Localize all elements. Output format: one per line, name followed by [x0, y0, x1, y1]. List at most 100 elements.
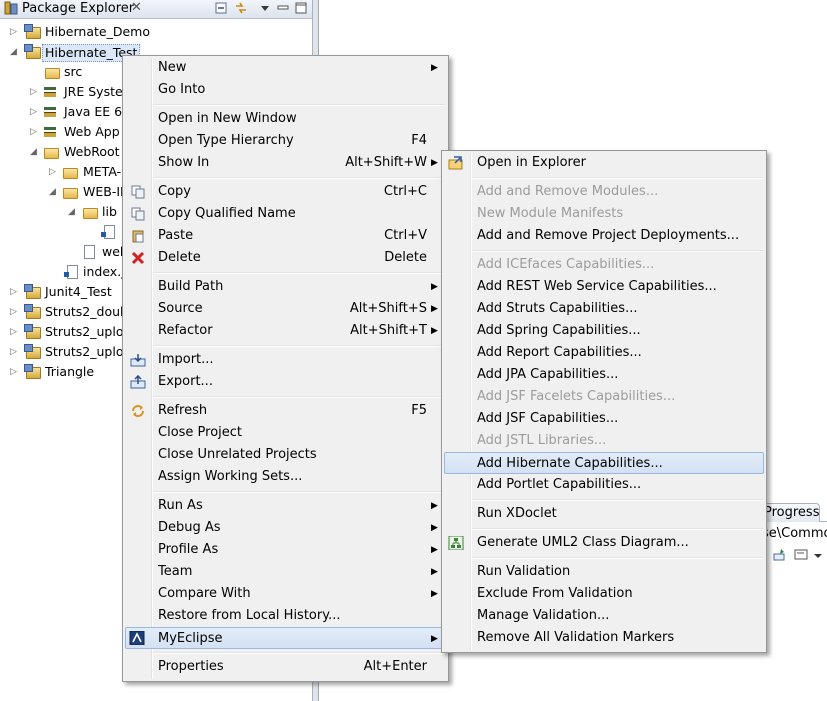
menu-item-add-and-remove-project-deployments[interactable]: Add and Remove Project Deployments...: [444, 225, 764, 247]
menu-item-add-portlet-capabilities[interactable]: Add Portlet Capabilities...: [444, 474, 764, 496]
package-explorer-tab[interactable]: Package Explorer ✕: [0, 0, 313, 19]
menu-item-profile-as[interactable]: Profile As ▶: [125, 539, 446, 561]
menu-item-label: Add REST Web Service Capabilities...: [477, 279, 717, 294]
menu-item-team[interactable]: Team ▶: [125, 561, 446, 583]
menu-item-label: MyEclipse: [158, 631, 223, 646]
dropdown-icon[interactable]: [812, 548, 824, 562]
menu-item-shortcut: Alt+Shift+T: [350, 323, 427, 338]
menu-item-add-report-capabilities[interactable]: Add Report Capabilities...: [444, 342, 764, 364]
menu-item-close-unrelated-projects[interactable]: Close Unrelated Projects: [125, 444, 446, 466]
minimize-icon[interactable]: [276, 1, 290, 15]
menu-item-export[interactable]: Export...: [125, 371, 446, 393]
menu-item-add-jsf-capabilities[interactable]: Add JSF Capabilities...: [444, 408, 764, 430]
menu-item-new-module-manifests[interactable]: New Module Manifests: [444, 203, 764, 225]
menu-item-generate-uml2-class-diagram[interactable]: Generate UML2 Class Diagram...: [444, 532, 764, 554]
menu-item-close-project[interactable]: Close Project: [125, 422, 446, 444]
pin-icon[interactable]: [772, 548, 786, 562]
menu-item-label: Assign Working Sets...: [158, 469, 303, 484]
menu-item-label: Profile As: [158, 542, 219, 557]
submenu-arrow-icon: ▶: [431, 545, 438, 555]
tree-item-project[interactable]: ▷ Hibernate_Demo: [0, 22, 312, 42]
menu-item-add-jsf-facelets-capabilities[interactable]: Add JSF Facelets Capabilities...: [444, 386, 764, 408]
menu-item-label: Open in Explorer: [477, 155, 586, 170]
submenu-arrow-icon: ▶: [431, 567, 438, 577]
view-menu-icon[interactable]: [258, 1, 272, 15]
expand-icon[interactable]: ▷: [10, 362, 20, 382]
menu-item-add-jstl-libraries[interactable]: Add JSTL Libraries...: [444, 430, 764, 452]
menu-item-exclude-from-validation[interactable]: Exclude From Validation: [444, 583, 764, 605]
menu-item-show-in[interactable]: Show In Alt+Shift+W ▶: [125, 152, 446, 174]
expand-icon[interactable]: ▷: [10, 282, 20, 302]
project-icon: [24, 304, 41, 319]
collapse-all-icon[interactable]: [214, 1, 228, 15]
menu-item-open-in-explorer[interactable]: Open in Explorer: [444, 152, 764, 174]
console-icon[interactable]: [794, 548, 808, 562]
expand-icon[interactable]: ▷: [30, 102, 40, 122]
expand-icon[interactable]: ▷: [49, 162, 59, 182]
menu-item-refactor[interactable]: Refactor Alt+Shift+T ▶: [125, 320, 446, 342]
collapse-icon[interactable]: ◢: [10, 42, 20, 62]
menu-separator: [153, 491, 445, 493]
expand-icon[interactable]: ▷: [10, 342, 20, 362]
tree-item-label: Struts2_doub: [45, 304, 128, 319]
menu-item-label: Remove All Validation Markers: [477, 630, 675, 645]
menu-item-add-hibernate-capabilities[interactable]: Add Hibernate Capabilities...: [444, 452, 764, 474]
menu-item-myeclipse[interactable]: MyEclipse ▶: [125, 627, 446, 649]
menu-item-open-in-new-window[interactable]: Open in New Window: [125, 108, 446, 130]
menu-item-add-jpa-capabilities[interactable]: Add JPA Capabilities...: [444, 364, 764, 386]
menu-item-go-into[interactable]: Go Into: [125, 79, 446, 101]
expand-icon[interactable]: ▷: [10, 302, 20, 322]
menu-item-paste[interactable]: Paste Ctrl+V: [125, 225, 446, 247]
collapse-icon[interactable]: ◢: [68, 202, 78, 222]
collapse-icon[interactable]: ◢: [49, 182, 59, 202]
menu-item-add-spring-capabilities[interactable]: Add Spring Capabilities...: [444, 320, 764, 342]
menu-item-delete[interactable]: Delete Delete: [125, 247, 446, 269]
expand-icon[interactable]: ▷: [30, 122, 40, 142]
menu-item-shortcut: Alt+Shift+S: [349, 301, 427, 316]
menu-item-new[interactable]: New ▶: [125, 57, 446, 79]
menu-separator: [153, 345, 445, 347]
collapse-icon[interactable]: ◢: [30, 142, 40, 162]
tree-item-label: WebRoot: [64, 144, 120, 159]
menu-item-copy[interactable]: Copy Ctrl+C: [125, 181, 446, 203]
project-icon: [24, 344, 41, 359]
expand-icon[interactable]: ▷: [30, 82, 40, 102]
menu-item-add-and-remove-modules[interactable]: Add and Remove Modules...: [444, 181, 764, 203]
menu-item-assign-working-sets[interactable]: Assign Working Sets...: [125, 466, 446, 488]
menu-item-refresh[interactable]: Refresh F5: [125, 400, 446, 422]
expand-icon[interactable]: ▷: [10, 22, 20, 42]
paste-icon: [132, 230, 144, 243]
menu-item-run-validation[interactable]: Run Validation: [444, 561, 764, 583]
menu-item-properties[interactable]: Properties Alt+Enter: [125, 656, 446, 678]
submenu-arrow-icon: ▶: [431, 282, 438, 292]
menu-item-copy-qualified-name[interactable]: Copy Qualified Name: [125, 203, 446, 225]
close-icon[interactable]: ✕: [131, 0, 142, 15]
submenu-arrow-icon: ▶: [431, 326, 438, 336]
menu-item-label: Source: [158, 301, 203, 316]
menu-item-run-xdoclet[interactable]: Run XDoclet: [444, 503, 764, 525]
menu-item-compare-with[interactable]: Compare With ▶: [125, 583, 446, 605]
expand-icon[interactable]: ▷: [10, 322, 20, 342]
menu-item-label: Add JPA Capabilities...: [477, 367, 619, 382]
tree-item-label: Java EE 6: [64, 104, 123, 119]
menu-item-import[interactable]: Import...: [125, 349, 446, 371]
menu-item-label: Add JSTL Libraries...: [477, 433, 607, 448]
menu-item-build-path[interactable]: Build Path ▶: [125, 276, 446, 298]
menu-item-debug-as[interactable]: Debug As ▶: [125, 517, 446, 539]
menu-item-source[interactable]: Source Alt+Shift+S ▶: [125, 298, 446, 320]
menu-item-add-icefaces-capabilities[interactable]: Add ICEfaces Capabilities...: [444, 254, 764, 276]
menu-item-add-rest-web-service-capabilities[interactable]: Add REST Web Service Capabilities...: [444, 276, 764, 298]
maximize-icon[interactable]: [294, 1, 308, 15]
menu-item-restore-from-local-history[interactable]: Restore from Local History...: [125, 605, 446, 627]
menu-item-run-as[interactable]: Run As ▶: [125, 495, 446, 517]
folder-icon: [44, 148, 59, 159]
link-with-editor-icon[interactable]: [234, 1, 248, 15]
menu-item-open-type-hierarchy[interactable]: Open Type Hierarchy F4: [125, 130, 446, 152]
myeclipse-submenu: Open in Explorer Add and Remove Modules.…: [441, 150, 767, 653]
menu-item-remove-all-validation-markers[interactable]: Remove All Validation Markers: [444, 627, 764, 649]
progress-tab[interactable]: Progress: [758, 503, 820, 522]
menu-item-manage-validation[interactable]: Manage Validation...: [444, 605, 764, 627]
menu-item-add-struts-capabilities[interactable]: Add Struts Capabilities...: [444, 298, 764, 320]
menu-item-label: Delete: [158, 250, 201, 265]
menu-item-label: Add and Remove Project Deployments...: [477, 228, 740, 243]
